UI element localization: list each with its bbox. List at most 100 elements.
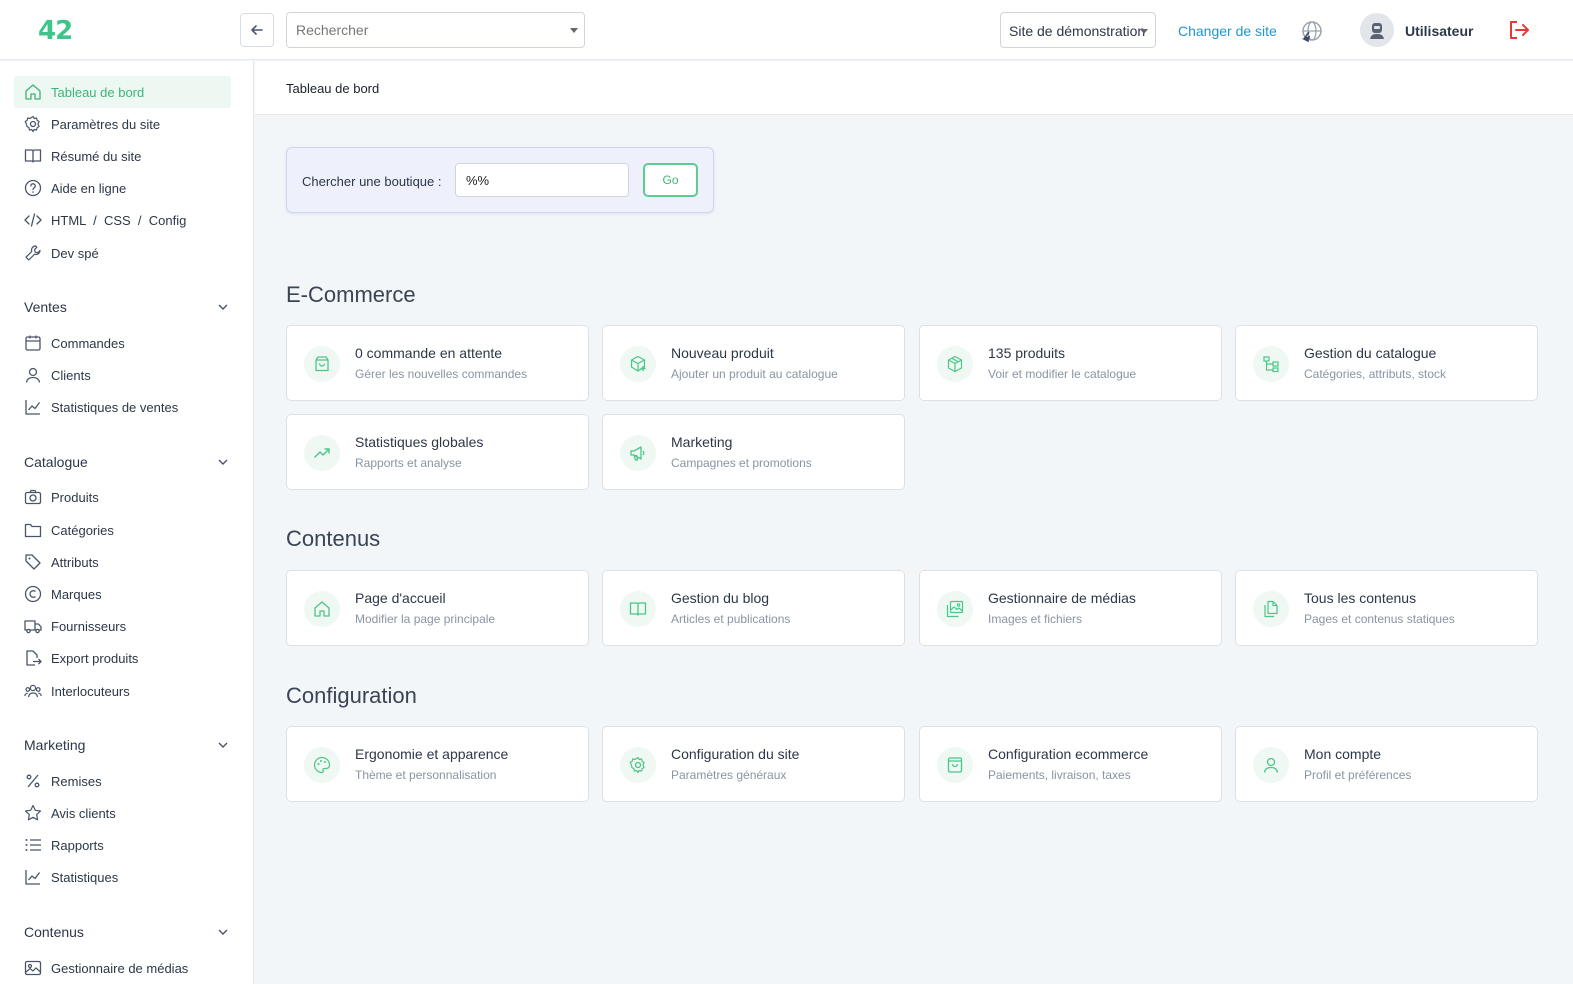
card-subtitle: Rapports et analyse (355, 456, 462, 470)
logout-icon[interactable] (1508, 20, 1530, 40)
sidebar-item-tableau-de-bord[interactable]: Tableau de bord (14, 76, 231, 108)
card-title: Gestion du blog (671, 590, 770, 606)
chevron-down-icon (218, 742, 228, 748)
sidebar-item-statistiques[interactable]: Statistiques (14, 861, 231, 893)
card-title: 135 produits (988, 345, 1066, 361)
card-subtitle: Ajouter un produit au catalogue (671, 367, 838, 381)
card-statistiques-globales[interactable]: Statistiques globales Rapports et analys… (286, 414, 589, 490)
sidebar-item-aide[interactable]: Aide en ligne (14, 172, 231, 204)
shop-search-input[interactable] (455, 163, 629, 197)
sidebar-item-attributs[interactable]: Attributs (14, 546, 231, 578)
site-select-value: Site de démonstration (1009, 23, 1146, 39)
sidebar-item-resume[interactable]: Résumé du site (14, 140, 231, 172)
card-subtitle: Catégories, attributs, stock (1304, 367, 1447, 381)
card-subtitle: Voir et modifier le catalogue (988, 367, 1137, 381)
sidebar-item-gestionnaire-medias[interactable]: Gestionnaire de médias (14, 952, 231, 984)
sidebar-section-contenus[interactable]: Contenus (24, 921, 229, 943)
sidebar-section-marketing[interactable]: Marketing (24, 734, 229, 756)
card-gestionnaire-medias[interactable]: Gestionnaire de médias Images et fichier… (919, 570, 1222, 646)
file-export-icon (24, 649, 42, 667)
card-configuration-site[interactable]: Configuration du site Paramètres générau… (602, 726, 905, 802)
chevron-down-icon (218, 459, 228, 465)
card-ergonomie[interactable]: Ergonomie et apparence Thème et personna… (286, 726, 589, 802)
sidebar-item-categories[interactable]: Catégories (14, 514, 231, 546)
folder-icon (24, 521, 42, 539)
truck-icon (24, 617, 42, 635)
back-button[interactable] (240, 13, 274, 47)
globe-cursor-icon[interactable] (1300, 19, 1324, 43)
sidebar-item-export-produits[interactable]: Export produits (14, 642, 231, 674)
card-tous-contenus[interactable]: Tous les contenus Pages et contenus stat… (1235, 570, 1538, 646)
chevron-down-icon (570, 28, 578, 33)
sidebar-item-label: Tableau de bord (51, 84, 145, 100)
sidebar-item-rapports[interactable]: Rapports (14, 829, 231, 861)
sidebar-item-fournisseurs[interactable]: Fournisseurs (14, 610, 231, 642)
sidebar-item-label: Catégories (51, 522, 114, 538)
calendar-box-icon (24, 334, 42, 352)
card-page-accueil[interactable]: Page d'accueil Modifier la page principa… (286, 570, 589, 646)
section-title: Contenus (24, 924, 84, 940)
global-search[interactable] (286, 12, 585, 48)
code-icon (24, 211, 42, 229)
sidebar-section-catalogue[interactable]: Catalogue (24, 451, 229, 473)
sidebar-item-label: Aide en ligne (51, 180, 127, 196)
sidebar-section-ventes[interactable]: Ventes (24, 296, 229, 318)
sidebar-item-interlocuteurs[interactable]: Interlocuteurs (14, 675, 231, 707)
logo[interactable]: 42 (38, 18, 73, 44)
card-title: Nouveau produit (671, 345, 774, 361)
card-configuration-ecommerce[interactable]: Configuration ecommerce Paiements, livra… (919, 726, 1222, 802)
cube-icon (937, 346, 973, 382)
user-name[interactable]: Utilisateur (1405, 23, 1473, 39)
sidebar-item-produits[interactable]: Produits (14, 481, 231, 513)
card-title: Tous les contenus (1304, 590, 1417, 606)
section-title-ecommerce: E-Commerce (286, 282, 416, 307)
list-icon (24, 836, 42, 854)
trend-up-icon (304, 435, 340, 471)
shopping-bag-icon (304, 346, 340, 382)
sidebar-item-avis-clients[interactable]: Avis clients (14, 797, 231, 829)
search-input[interactable] (287, 13, 547, 47)
arrow-left-icon (251, 25, 263, 35)
card-subtitle: Thème et personnalisation (355, 768, 497, 782)
hierarchy-icon (1253, 346, 1289, 382)
sidebar-item-label: Fournisseurs (51, 618, 127, 634)
sidebar-item-dev[interactable]: Dev spé (14, 237, 231, 269)
line-chart-icon (24, 868, 42, 886)
user-robot-icon (1370, 23, 1384, 39)
card-gestion-blog[interactable]: Gestion du blog Articles et publications (602, 570, 905, 646)
card-marketing[interactable]: Marketing Campagnes et promotions (602, 414, 905, 490)
sidebar-item-marques[interactable]: Marques (14, 578, 231, 610)
sidebar-item-parametres[interactable]: Paramètres du site (14, 108, 231, 140)
card-title: Gestion du catalogue (1304, 345, 1437, 361)
sidebar-item-label: Clients (51, 367, 91, 383)
sidebar-item-clients[interactable]: Clients (14, 359, 231, 391)
card-title: Ergonomie et apparence (355, 746, 509, 762)
sidebar-item-commandes[interactable]: Commandes (14, 327, 231, 359)
shop-search-label: Chercher une boutique : (302, 174, 442, 189)
chevron-down-icon (218, 304, 228, 310)
card-subtitle: Paiements, livraison, taxes (988, 768, 1131, 782)
card-commandes-attente[interactable]: 0 commande en attente Gérer les nouvelle… (286, 325, 589, 401)
sidebar-item-statistiques-ventes[interactable]: Statistiques de ventes (14, 391, 231, 423)
card-produits[interactable]: 135 produits Voir et modifier le catalog… (919, 325, 1222, 401)
go-button[interactable]: Go (643, 163, 698, 197)
card-gestion-catalogue[interactable]: Gestion du catalogue Catégories, attribu… (1235, 325, 1538, 401)
card-subtitle: Articles et publications (671, 612, 791, 626)
image-icon (24, 959, 42, 977)
images-icon (937, 591, 973, 627)
card-nouveau-produit[interactable]: Nouveau produit Ajouter un produit au ca… (602, 325, 905, 401)
avatar[interactable] (1360, 13, 1394, 47)
sidebar-item-remises[interactable]: Remises (14, 765, 231, 797)
palette-icon (304, 747, 340, 783)
site-select[interactable]: Site de démonstration (1000, 12, 1156, 48)
sidebar-item-html-css[interactable]: HTML / CSS / Config (14, 204, 231, 236)
users-icon (24, 682, 42, 700)
change-site-link[interactable]: Changer de site (1178, 23, 1277, 39)
open-book-icon (620, 591, 656, 627)
card-subtitle: Paramètres généraux (671, 768, 787, 782)
card-subtitle: Campagnes et promotions (671, 456, 812, 470)
card-subtitle: Gérer les nouvelles commandes (355, 367, 528, 381)
card-mon-compte[interactable]: Mon compte Profil et préférences (1235, 726, 1538, 802)
card-subtitle: Profil et préférences (1304, 768, 1412, 782)
megaphone-icon (620, 435, 656, 471)
